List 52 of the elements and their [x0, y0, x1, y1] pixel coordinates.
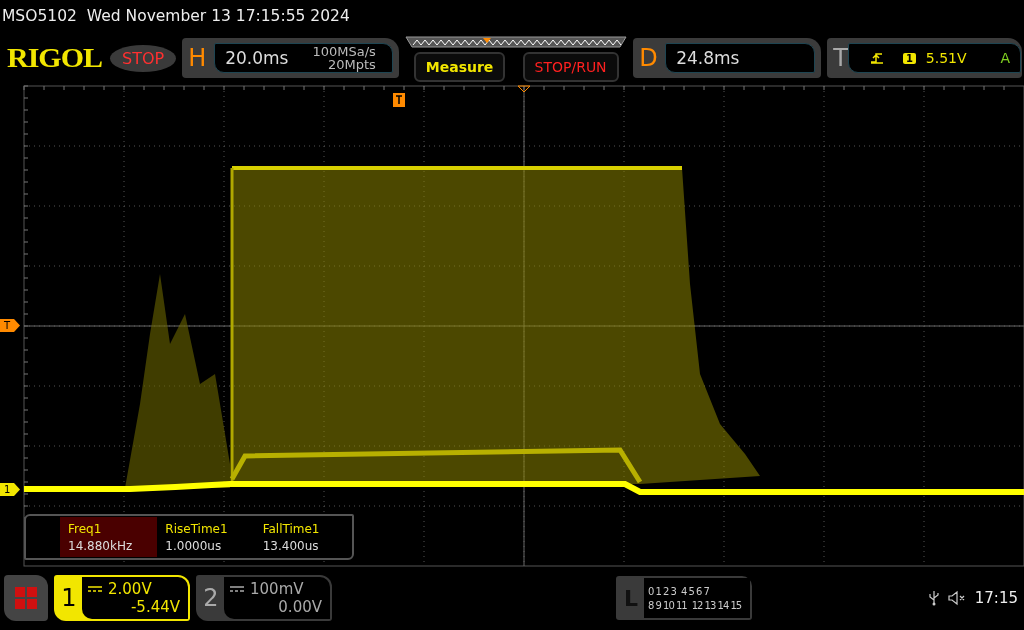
measurement-name: RiseTime1	[165, 521, 229, 536]
channel-scale: 2.00V	[108, 580, 152, 598]
horizontal-panel[interactable]: H 20.0ms 100MSa/s 20Mpts	[182, 38, 400, 78]
channel-panel[interactable]: 1 2.00V -5.44V	[54, 575, 190, 621]
channel-offset: 0.00V	[278, 598, 322, 616]
measurement-name: FallTime1	[262, 521, 321, 536]
run-status-indicator: STOP	[110, 44, 177, 72]
trigger-panel[interactable]: T 1 5.51V A	[827, 38, 1023, 78]
measurement-item[interactable]: Freq1 14.880kHz	[60, 517, 158, 557]
dc-coupling-icon	[88, 586, 102, 592]
trigger-position-marker	[393, 93, 405, 107]
trigger-mode: A	[1000, 50, 1011, 66]
sample-rate: 100MSa/s	[312, 45, 376, 58]
logic-channel-numbers: 4 5 6 7	[681, 585, 709, 597]
dc-coupling-icon	[230, 586, 244, 592]
trigger-label: T	[833, 44, 848, 72]
trigger-level-marker[interactable]: T	[0, 319, 20, 332]
menu-button[interactable]	[4, 575, 48, 621]
center-marker-icon	[517, 85, 531, 93]
measurement-item[interactable]: RiseTime1 1.0000us	[157, 517, 255, 557]
measure-button[interactable]: Measure	[413, 52, 506, 82]
delay-label: D	[639, 44, 659, 72]
trigger-source-badge: 1	[902, 52, 916, 64]
grid-icon	[15, 587, 37, 609]
horizontal-label: H	[188, 44, 208, 72]
channel-number: 1	[60, 583, 78, 614]
measurement-value: 13.400us	[262, 538, 320, 553]
memory-depth: 20Mpts	[328, 58, 376, 71]
brand-logo: RIGOL	[7, 42, 103, 74]
measurement-name: Freq1	[68, 521, 103, 536]
trigger-level: 5.51V	[925, 50, 967, 66]
measurement-value: 14.880kHz	[68, 538, 134, 553]
delay-panel[interactable]: D 24.8ms	[633, 38, 822, 78]
timebase-value: 20.0ms	[225, 48, 289, 68]
logic-channel-numbers: 12 13 14 15	[691, 599, 742, 611]
channel-panel[interactable]: 2 100mV 0.00V	[196, 575, 332, 621]
clock-time: 17:15	[974, 589, 1018, 607]
measurement-item[interactable]: FallTime1 13.400us	[254, 517, 352, 557]
date-time: Wed November 13 17:15:55 2024	[86, 7, 350, 25]
channel-marker[interactable]: 1	[0, 483, 20, 496]
channel-scale: 100mV	[250, 580, 304, 598]
stop-run-button[interactable]: STOP/RUN	[522, 52, 619, 82]
usb-icon	[928, 590, 939, 606]
logic-channel-numbers: 0 1 2 3	[648, 585, 676, 597]
rising-edge-icon	[870, 52, 883, 64]
logic-channel-numbers: 8 9 10 11	[648, 599, 687, 611]
speaker-muted-icon	[946, 590, 967, 606]
channel-offset: -5.44V	[130, 598, 180, 616]
delay-value: 24.8ms	[676, 48, 740, 68]
measurement-value: 1.0000us	[165, 538, 223, 553]
model-name: MSO5102	[2, 7, 77, 25]
channel-number: 2	[202, 583, 220, 614]
